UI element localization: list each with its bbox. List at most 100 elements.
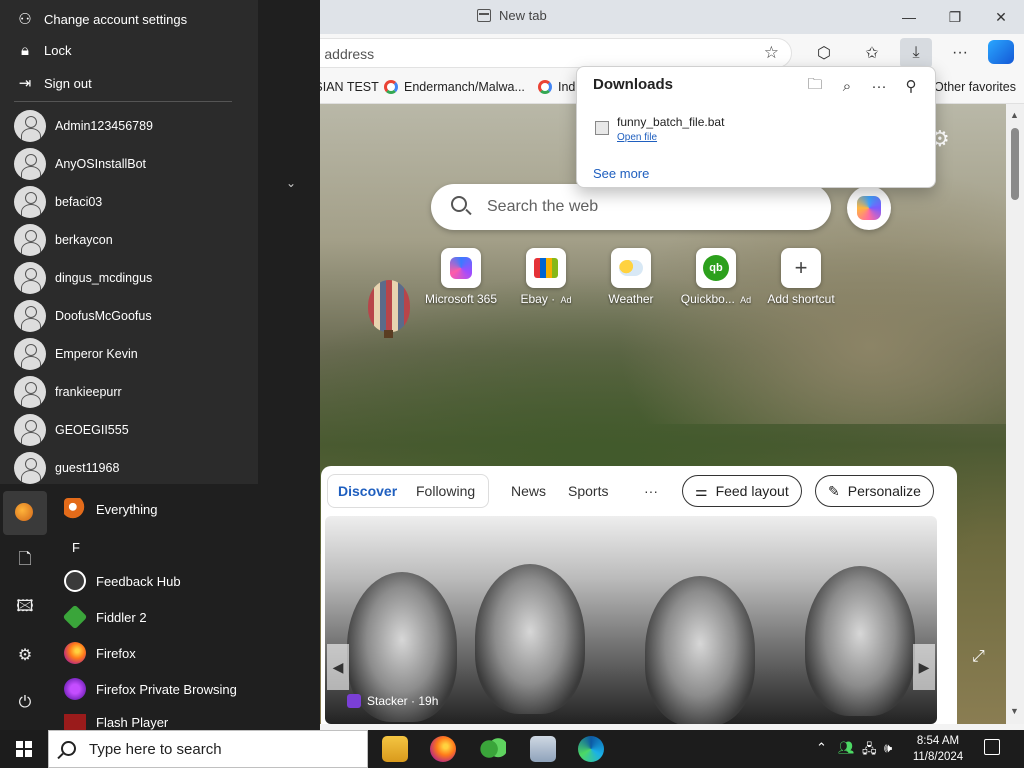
account-item[interactable]: GEOEGII555 <box>14 414 129 446</box>
copilot-search-icon[interactable] <box>847 186 891 230</box>
active-tab[interactable]: New tab <box>477 8 547 23</box>
account-item[interactable]: guest11968 <box>14 452 119 484</box>
address-bar[interactable]: enter web address ☆ <box>240 38 792 68</box>
network-icon[interactable]: 🖧 <box>862 740 877 762</box>
feed-layout-button[interactable]: ⚌ Feed layout <box>682 475 802 507</box>
search-downloads-icon[interactable]: ⌕ <box>835 75 859 97</box>
sign-out-icon: ⇥ <box>18 75 32 92</box>
open-file-link[interactable]: Open file <box>617 132 657 143</box>
close-button[interactable]: ✕ <box>978 4 1024 30</box>
taskbar-search-box[interactable]: Type here to search <box>48 730 368 768</box>
notifications-icon[interactable] <box>984 739 1000 755</box>
feed-more-tabs-icon[interactable]: ··· <box>644 483 658 499</box>
power-icon[interactable]: ⏻ <box>12 690 38 716</box>
pin-icon[interactable]: ⚲ <box>899 75 923 97</box>
favorite-endermanch[interactable]: Endermanch/Malwa... <box>384 80 525 94</box>
person-gear-icon: ⚇ <box>18 11 32 28</box>
account-item[interactable]: AnyOSInstallBot <box>14 148 146 180</box>
clock[interactable]: 8:54 AM 11/8/2024 <box>908 733 968 765</box>
avatar <box>14 148 46 180</box>
microsoft-365-icon <box>441 248 481 288</box>
pictures-icon[interactable]: 🖾 <box>12 595 38 621</box>
letter-header-f[interactable]: F <box>72 540 80 555</box>
account-item[interactable]: dingus_mcdingus <box>14 262 152 294</box>
extensions-icon[interactable]: ⬡ <box>808 38 840 68</box>
minimize-button[interactable]: — <box>886 4 932 30</box>
web-search-box[interactable]: Search the web <box>431 184 831 230</box>
account-item[interactable]: berkaycon <box>14 224 113 256</box>
more-options-icon[interactable]: ··· <box>867 75 891 97</box>
people-icon[interactable] <box>480 736 506 762</box>
person-image <box>805 566 915 716</box>
account-item[interactable]: DoofusMcGoofus <box>14 300 152 332</box>
tab-sports[interactable]: Sports <box>568 483 608 499</box>
open-folder-icon[interactable]: 🗀 <box>803 75 827 97</box>
next-arrow-icon[interactable]: ▶ <box>913 644 935 690</box>
see-more-link[interactable]: See more <box>593 166 649 181</box>
app-firefox-private[interactable]: Firefox Private Browsing <box>64 678 237 700</box>
favorites-icon[interactable]: ✩ <box>856 38 888 68</box>
scroll-down-icon[interactable]: ▼ <box>1010 706 1019 716</box>
tab-following[interactable]: Following <box>416 483 475 499</box>
app-firefox[interactable]: Firefox <box>64 642 136 664</box>
change-account-settings[interactable]: ⚇ Change account settings <box>16 10 187 28</box>
firefox-taskbar-icon[interactable] <box>430 736 456 762</box>
expand-icon[interactable]: ⤢ <box>972 648 985 666</box>
more-menu-icon[interactable]: ··· <box>944 38 976 68</box>
previous-arrow-icon[interactable]: ◀ <box>327 644 349 690</box>
chevron-down-icon[interactable]: ⌄ <box>286 176 296 190</box>
file-explorer-icon[interactable] <box>382 736 408 762</box>
account-item[interactable]: Emperor Kevin <box>14 338 138 370</box>
google-icon <box>384 80 398 94</box>
favorite-ind[interactable]: Ind <box>538 80 575 94</box>
app-everything[interactable]: Everything <box>64 498 157 520</box>
scroll-up-icon[interactable]: ▲ <box>1010 110 1019 120</box>
avatar <box>14 110 46 142</box>
documents-icon[interactable]: 🗋 <box>12 548 38 574</box>
tab-news[interactable]: News <box>511 483 546 499</box>
shortcut-quickbooks[interactable]: qb Quickbo... Ad <box>671 248 761 306</box>
favorite-label: Other favorites <box>934 80 1016 94</box>
volume-icon[interactable]: 🕪 <box>884 740 892 756</box>
windows-start-icon[interactable] <box>16 741 32 757</box>
scrollbar-thumb[interactable] <box>1011 128 1019 200</box>
app-feedback-hub[interactable]: Feedback Hub <box>64 570 181 592</box>
tab-discover[interactable]: Discover <box>338 483 397 499</box>
menu-label: Lock <box>44 43 72 58</box>
account-item[interactable]: Admin123456789 <box>14 110 153 142</box>
quickbooks-icon: qb <box>696 248 736 288</box>
app-label: Everything <box>96 501 158 517</box>
account-item[interactable]: befaci03 <box>14 186 102 218</box>
favorite-star-icon[interactable]: ☆ <box>764 43 779 63</box>
web-search-placeholder: Search the web <box>487 198 599 215</box>
file-icon <box>595 121 609 135</box>
app-flash-player[interactable]: Flash Player <box>64 714 168 730</box>
sign-out-item[interactable]: ⇥ Sign out <box>16 74 92 92</box>
pencil-sparkle-icon: ✎ <box>828 482 840 499</box>
shortcut-microsoft-365[interactable]: Microsoft 365 <box>416 248 506 306</box>
other-favorites[interactable]: Other favorites <box>934 80 1016 94</box>
edge-taskbar-icon[interactable] <box>578 736 604 762</box>
shortcut-add[interactable]: + Add shortcut <box>756 248 846 306</box>
downloads-icon[interactable]: ⤓ <box>900 38 932 68</box>
feed-hero-image[interactable]: ◀ ▶ Stacker · 19h <box>325 516 937 724</box>
shortcut-ebay[interactable]: Ebay · Ad <box>501 248 591 306</box>
restore-button[interactable]: ❐ <box>932 4 978 30</box>
hot-air-balloon-image <box>368 280 410 338</box>
download-file-name[interactable]: funny_batch_file.bat <box>617 115 724 129</box>
network-app-icon[interactable] <box>530 736 556 762</box>
current-user-avatar[interactable] <box>3 491 47 535</box>
avatar <box>14 224 46 256</box>
account-item[interactable]: frankieepurr <box>14 376 122 408</box>
divider <box>14 101 232 102</box>
lock-item[interactable]: 🔒︎ Lock <box>16 42 71 59</box>
chevron-up-icon[interactable]: ⌃ <box>816 740 827 756</box>
personalize-button[interactable]: ✎ Personalize <box>815 475 934 507</box>
copilot-icon[interactable] <box>988 40 1014 64</box>
menu-label: Sign out <box>44 75 92 91</box>
app-fiddler[interactable]: Fiddler 2 <box>62 604 147 630</box>
shortcut-weather[interactable]: Weather <box>586 248 676 306</box>
page-scrollbar[interactable]: ▲ ▼ <box>1006 104 1024 724</box>
settings-gear-icon[interactable]: ⚙ <box>12 642 38 668</box>
people-tray-icon[interactable]: 👥︎ <box>838 740 855 756</box>
